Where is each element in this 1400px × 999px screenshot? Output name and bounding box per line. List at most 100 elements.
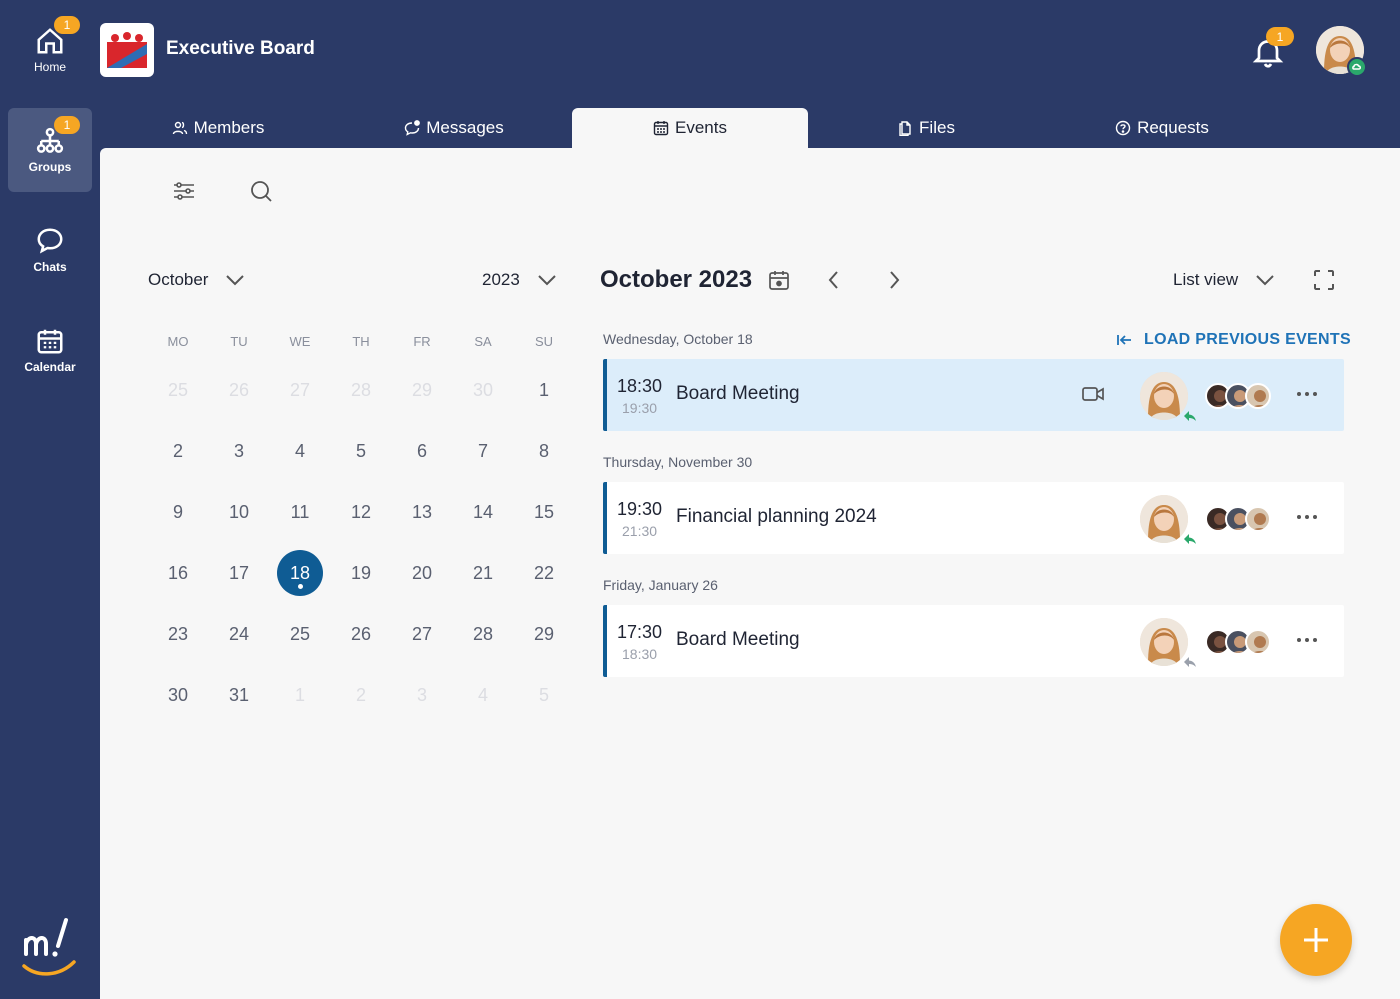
calendar-day[interactable]: 12 — [331, 489, 391, 535]
calendar-day[interactable]: 27 — [392, 611, 452, 657]
calendar-day[interactable]: 4 — [453, 672, 513, 718]
groups-badge: 1 — [54, 116, 80, 134]
calendar-day-number: 5 — [538, 684, 549, 705]
tab-messages[interactable]: Messages — [336, 108, 572, 148]
calendar-day[interactable]: 10 — [209, 489, 269, 535]
attendee-avatar[interactable] — [1245, 629, 1271, 655]
attendee-avatar[interactable] — [1245, 383, 1271, 409]
organizer-avatar[interactable] — [1140, 372, 1188, 420]
calendar-day[interactable]: 1 — [270, 672, 330, 718]
members-icon — [172, 121, 187, 135]
calendar-day[interactable]: 19 — [331, 550, 391, 596]
calendar-day[interactable]: 30 — [453, 367, 513, 413]
add-event-button[interactable] — [1280, 904, 1352, 976]
filter-icon[interactable] — [169, 176, 199, 206]
weekday-header: SU — [534, 334, 554, 349]
calendar-day[interactable]: 22 — [514, 550, 574, 596]
event-day-label: Wednesday, October 18 — [603, 331, 753, 347]
calendar-day[interactable]: 15 — [514, 489, 574, 535]
rail-calendar[interactable]: Calendar — [8, 308, 92, 392]
calendar-day[interactable]: 25 — [270, 611, 330, 657]
calendar-day[interactable]: 24 — [209, 611, 269, 657]
attendee-avatar[interactable] — [1245, 506, 1271, 532]
calendar-day[interactable]: 30 — [148, 672, 208, 718]
video-call-icon[interactable] — [1081, 384, 1105, 404]
previous-month-icon[interactable] — [824, 268, 844, 292]
calendar-day[interactable]: 2 — [148, 428, 208, 474]
calendar-day-number: 26 — [228, 379, 250, 400]
arrow-to-start-icon — [1117, 335, 1131, 345]
tab-members[interactable]: Members — [100, 108, 336, 148]
calendar-day[interactable]: 29 — [392, 367, 452, 413]
search-icon[interactable] — [246, 176, 276, 206]
chevron-down-icon — [226, 275, 245, 286]
calendar-day[interactable]: 5 — [514, 672, 574, 718]
calendar-day[interactable]: 9 — [148, 489, 208, 535]
organizer-avatar[interactable] — [1140, 618, 1188, 666]
calendar-day[interactable]: 31 — [209, 672, 269, 718]
view-mode-select[interactable]: List view — [1173, 270, 1276, 290]
calendar-day-number: 22 — [533, 562, 555, 583]
calendar-day[interactable]: 7 — [453, 428, 513, 474]
group-logo — [100, 23, 154, 77]
calendar-day[interactable]: 17 — [209, 550, 269, 596]
organizer-avatar[interactable] — [1140, 495, 1188, 543]
tab-requests[interactable]: Requests — [1044, 108, 1280, 148]
rail-groups[interactable]: Groups 1 — [8, 108, 92, 192]
calendar-day[interactable]: 11 — [270, 489, 330, 535]
group-tabs: Members Messages Events Files Requests — [100, 108, 1400, 148]
calendar-day[interactable]: 23 — [148, 611, 208, 657]
month-select[interactable]: October — [148, 270, 246, 290]
event-card[interactable]: 17:30 18:30 Board Meeting — [603, 605, 1344, 677]
plus-icon — [1304, 928, 1328, 952]
calendar-day[interactable]: 8 — [514, 428, 574, 474]
calendar-day[interactable]: 13 — [392, 489, 452, 535]
event-day-label: Thursday, November 30 — [603, 454, 753, 470]
calendar-day-number: 25 — [167, 379, 189, 400]
calendar-day-number: 18 — [277, 550, 323, 596]
calendar-day[interactable]: 28 — [331, 367, 391, 413]
weekday-header: WE — [289, 334, 311, 349]
more-options-icon[interactable] — [1295, 386, 1319, 402]
calendar-day[interactable]: 3 — [392, 672, 452, 718]
events-icon — [653, 121, 669, 136]
chevron-down-icon — [538, 275, 556, 286]
calendar-day[interactable]: 1 — [514, 367, 574, 413]
calendar-day[interactable]: 28 — [453, 611, 513, 657]
chevron-down-icon — [1256, 275, 1274, 286]
rail-chats[interactable]: Chats — [8, 208, 92, 292]
fullscreen-icon[interactable] — [1312, 268, 1336, 292]
rail-home[interactable]: Home 1 — [8, 8, 92, 92]
event-card[interactable]: 18:30 19:30 Board Meeting — [603, 359, 1344, 431]
calendar-day[interactable]: 27 — [270, 367, 330, 413]
events-panel: October 2023 MO TU WE TH FR SA SU 25 26 27 28 29 30 1… — [100, 148, 1400, 999]
more-options-icon[interactable] — [1295, 632, 1319, 648]
calendar-day[interactable]: 14 — [453, 489, 513, 535]
reply-status-icon — [1184, 657, 1196, 667]
event-card[interactable]: 19:30 21:30 Financial planning 2024 — [603, 482, 1344, 554]
calendar-day-number: 27 — [289, 379, 311, 400]
calendar-day[interactable]: 3 — [209, 428, 269, 474]
calendar-day[interactable]: 5 — [331, 428, 391, 474]
tab-events[interactable]: Events — [572, 108, 808, 148]
more-options-icon[interactable] — [1295, 509, 1319, 525]
calendar-day[interactable]: 20 — [392, 550, 452, 596]
calendar-day-selected[interactable]: 18 — [270, 550, 330, 596]
calendar-day[interactable]: 2 — [331, 672, 391, 718]
calendar-day[interactable]: 26 — [331, 611, 391, 657]
calendar-day-number: 12 — [350, 501, 372, 522]
date-picker-icon[interactable] — [767, 268, 791, 292]
calendar-day[interactable]: 25 — [148, 367, 208, 413]
calendar-day[interactable]: 16 — [148, 550, 208, 596]
calendar-day[interactable]: 21 — [453, 550, 513, 596]
group-logo-image — [107, 32, 147, 68]
event-start-time: 18:30 — [617, 376, 663, 396]
calendar-day[interactable]: 26 — [209, 367, 269, 413]
calendar-day[interactable]: 6 — [392, 428, 452, 474]
tab-files[interactable]: Files — [808, 108, 1044, 148]
load-previous-events-button[interactable]: LOAD PREVIOUS EVENTS — [1116, 331, 1351, 349]
next-month-icon[interactable] — [884, 268, 904, 292]
calendar-day[interactable]: 4 — [270, 428, 330, 474]
calendar-day[interactable]: 29 — [514, 611, 574, 657]
year-select[interactable]: 2023 — [482, 270, 558, 290]
